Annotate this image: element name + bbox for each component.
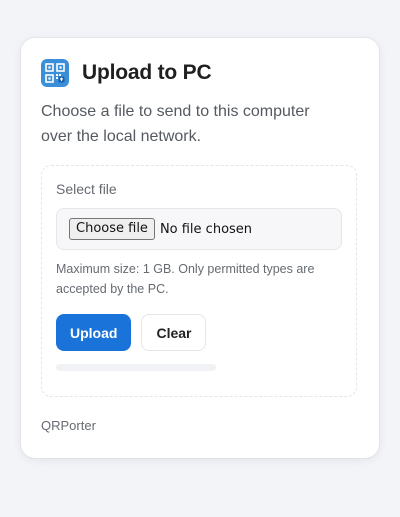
select-file-label: Select file xyxy=(56,181,117,197)
upload-card: Upload to PC Choose a file to send to th… xyxy=(21,38,379,458)
upload-progress-bar xyxy=(56,364,216,371)
card-header: Upload to PC xyxy=(41,58,359,88)
choose-file-button[interactable]: Choose file xyxy=(69,218,155,240)
file-status-text: No file chosen xyxy=(159,221,253,237)
file-input[interactable]: Choose file No file chosen xyxy=(56,208,342,250)
footer-brand: QRPorter xyxy=(41,418,96,433)
page-description: Choose a file to send to this computer o… xyxy=(41,103,310,145)
page-title: Upload to PC xyxy=(82,61,212,84)
qr-code-upload-icon xyxy=(41,59,69,87)
clear-button[interactable]: Clear xyxy=(141,314,207,351)
upload-button[interactable]: Upload xyxy=(56,314,132,351)
size-hint: Maximum size: 1 GB. Only permitted types… xyxy=(56,262,315,296)
action-buttons: Upload Clear xyxy=(56,314,342,351)
upload-panel: Select file Choose file No file chosen M… xyxy=(41,165,357,397)
